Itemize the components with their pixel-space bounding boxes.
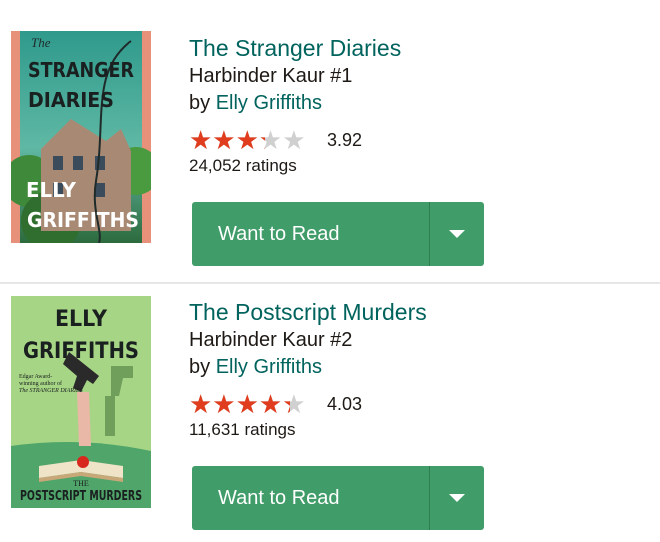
average-rating: 3.92 <box>327 129 363 150</box>
by-prefix: by <box>189 356 211 378</box>
book-byline: by Elly Griffiths <box>189 90 401 117</box>
cover-blurb-line: The STRANGER DIARIES <box>19 388 83 394</box>
cover-blurb-line: Edgar Award- <box>19 374 52 380</box>
star-icon: ★★★★★ <box>189 391 290 417</box>
cover-author-line: ELLY <box>26 178 76 202</box>
book-cover-art: The STRANGER DIARIES ELLY GRIFFITHS <box>11 31 151 243</box>
book-title-link[interactable]: The Stranger Diaries <box>189 33 401 63</box>
book-series[interactable]: Harbinder Kaur #1 <box>189 63 401 90</box>
chevron-down-icon <box>449 230 465 238</box>
rating-row: ★★★★★ ★★★★★ 3.92 <box>189 127 401 153</box>
cover-author-line: ELLY <box>55 307 108 332</box>
book-info: The Postscript Murders Harbinder Kaur #2… <box>189 297 427 442</box>
cover-title-line: POSTSCRIPT MURDERS <box>20 489 142 504</box>
book-cover[interactable]: The STRANGER DIARIES ELLY GRIFFITHS <box>11 31 151 243</box>
ratings-count: 24,052 ratings <box>189 156 297 175</box>
star-icon: ★★★★★ <box>189 127 265 153</box>
cover-title-line: The <box>31 35 51 50</box>
want-to-read-label[interactable]: Want to Read <box>192 466 430 530</box>
shelf-dropdown-button[interactable] <box>430 466 484 530</box>
book-item: ELLY GRIFFITHS Edgar Award- winning auth… <box>0 284 660 542</box>
want-to-read-button[interactable]: Want to Read <box>192 202 484 266</box>
by-prefix: by <box>189 92 211 114</box>
book-item: The STRANGER DIARIES ELLY GRIFFITHS The … <box>0 0 660 282</box>
cover-title-line: THE <box>73 479 89 488</box>
rating-row: ★★★★★ ★★★★★ 4.03 <box>189 391 427 417</box>
shelf-dropdown-button[interactable] <box>430 202 484 266</box>
average-rating: 4.03 <box>327 393 363 414</box>
book-cover-art: ELLY GRIFFITHS Edgar Award- winning auth… <box>11 296 151 508</box>
book-cover[interactable]: ELLY GRIFFITHS Edgar Award- winning auth… <box>11 296 151 508</box>
book-series[interactable]: Harbinder Kaur #2 <box>189 327 427 354</box>
cover-title-line: STRANGER <box>28 58 134 82</box>
book-info: The Stranger Diaries Harbinder Kaur #1 b… <box>189 33 401 178</box>
star-rating: ★★★★★ ★★★★★ <box>189 391 315 417</box>
cover-author-line: GRIFFITHS <box>27 208 139 232</box>
cover-title-line: DIARIES <box>28 88 114 112</box>
cover-blurb-line: winning author of <box>19 380 62 387</box>
book-title-link[interactable]: The Postscript Murders <box>189 297 427 327</box>
author-link[interactable]: Elly Griffiths <box>216 356 322 378</box>
author-link[interactable]: Elly Griffiths <box>216 92 322 114</box>
book-byline: by Elly Griffiths <box>189 354 427 381</box>
want-to-read-button[interactable]: Want to Read <box>192 466 484 530</box>
book-list: The STRANGER DIARIES ELLY GRIFFITHS The … <box>0 0 660 542</box>
want-to-read-label[interactable]: Want to Read <box>192 202 430 266</box>
cover-author-line: GRIFFITHS <box>23 339 139 364</box>
star-rating: ★★★★★ ★★★★★ <box>189 127 315 153</box>
chevron-down-icon <box>449 494 465 502</box>
ratings-count: 11,631 ratings <box>189 420 296 439</box>
